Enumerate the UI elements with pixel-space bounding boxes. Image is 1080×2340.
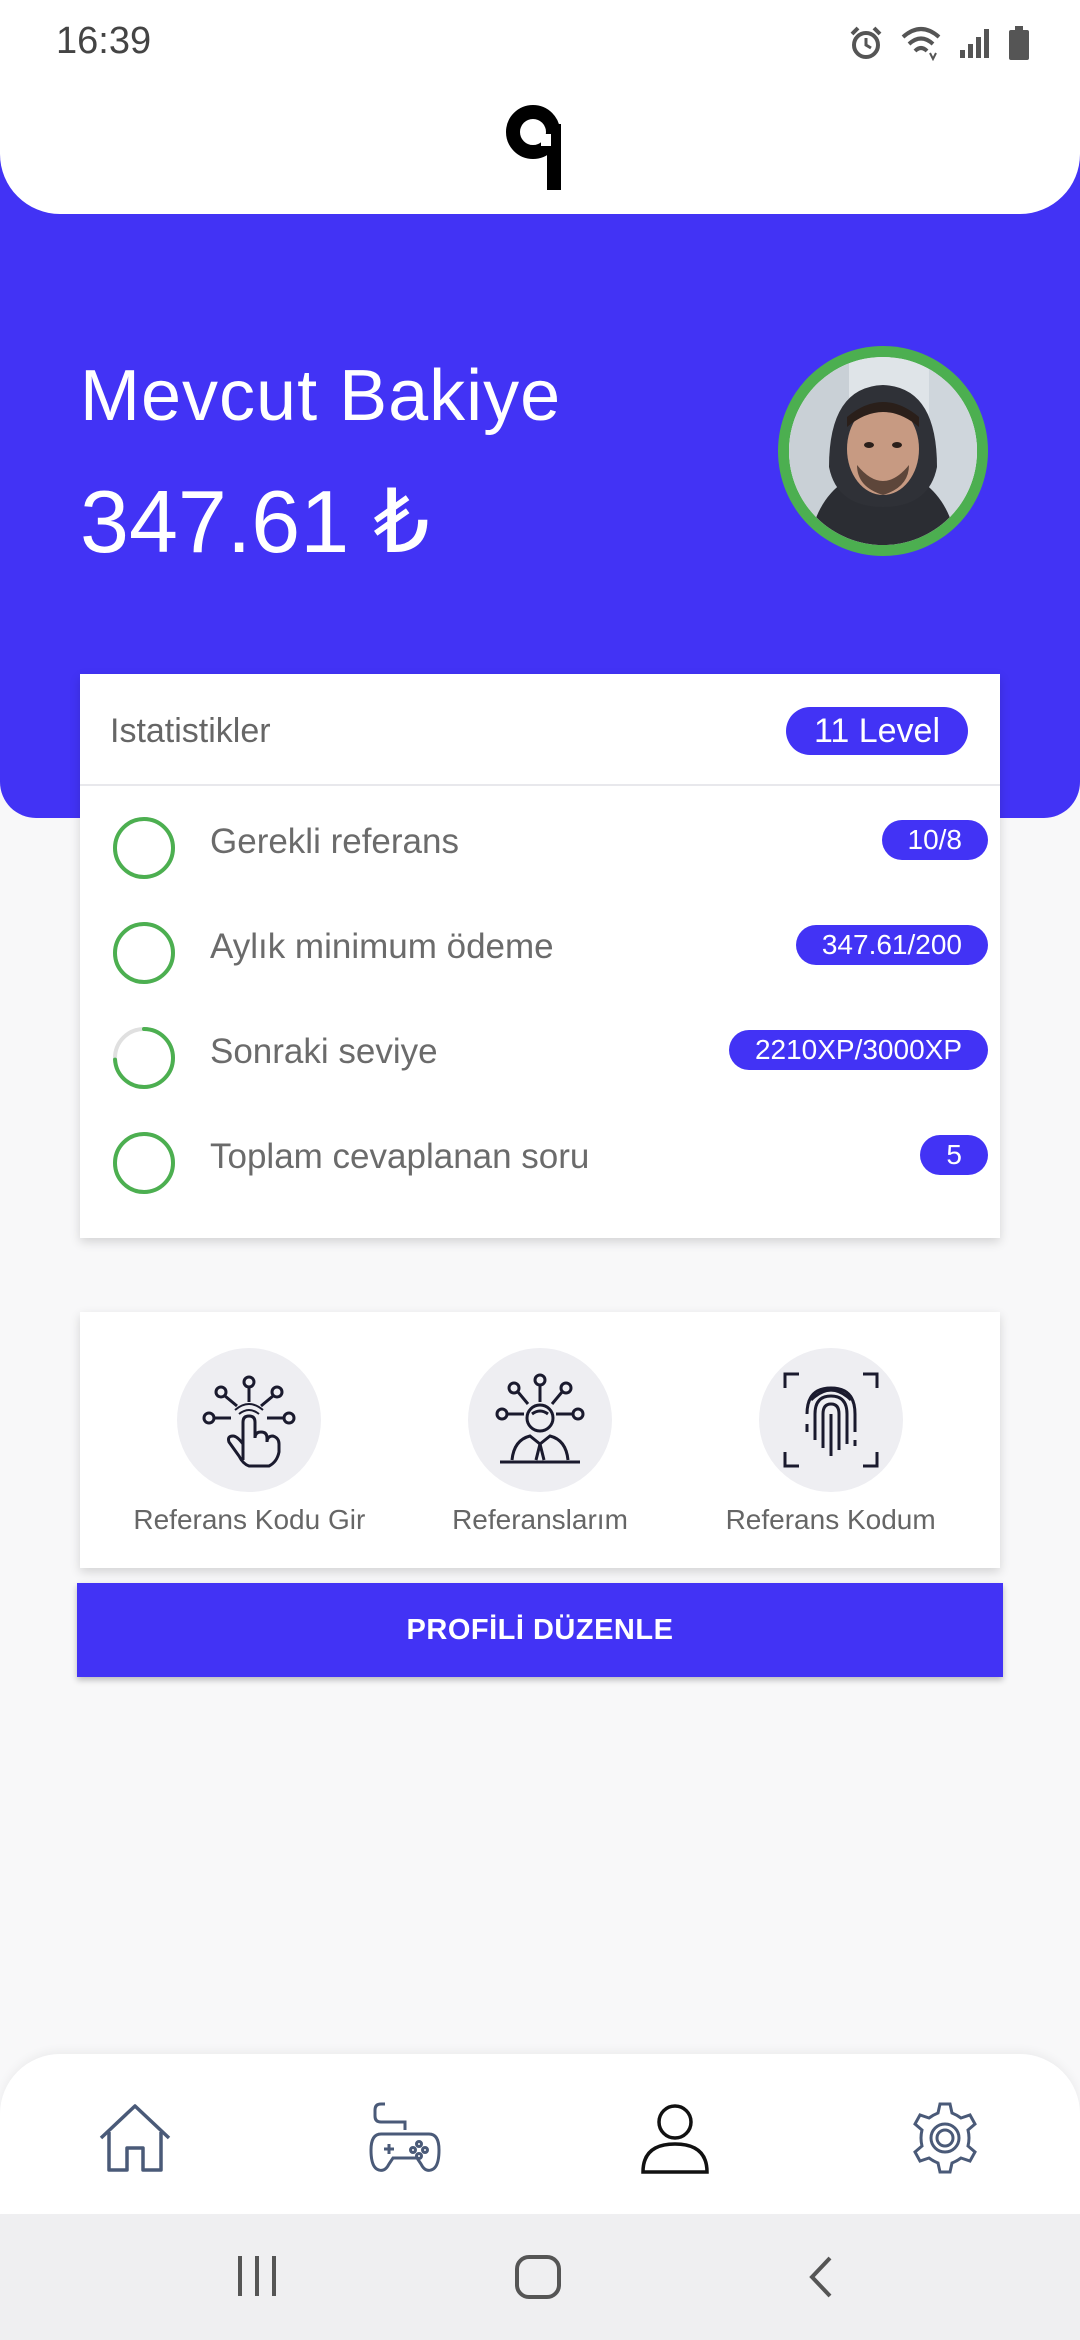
touch-network-icon [177, 1348, 322, 1492]
alarm-icon [850, 26, 882, 59]
fingerprint-icon [758, 1348, 903, 1492]
recent-apps-icon[interactable] [236, 2254, 278, 2298]
status-bar: 16:39 [0, 0, 1080, 84]
progress-ring-icon [113, 817, 175, 879]
ref-item-label: Referans Kodu Gir [133, 1504, 366, 1535]
stat-row: Gerekli referans 10/8 [80, 786, 1000, 891]
ref-item-label: Referans Kodum [725, 1504, 936, 1535]
profile-icon [641, 2104, 709, 2174]
gamepad-icon [369, 2102, 441, 2172]
stats-list: Gerekli referans 10/8 Aylık minimum ödem… [80, 786, 1000, 1206]
nav-settings[interactable] [905, 2098, 985, 2178]
stat-value-badge: 5 [920, 1135, 988, 1175]
progress-ring-icon [113, 1132, 175, 1194]
my-referral-code-button[interactable]: Referans Kodum [701, 1312, 961, 1568]
stat-label: Aylık minimum ödeme [210, 927, 554, 966]
stat-value-badge: 10/8 [881, 820, 988, 860]
stats-title: Istatistikler [110, 712, 271, 750]
stat-value-badge: 347.61/200 [795, 925, 988, 965]
edit-profile-button[interactable]: PROFİLİ DÜZENLE [77, 1583, 1003, 1677]
bottom-nav [0, 2054, 1080, 2214]
enter-referral-code-button[interactable]: Referans Kodu Gir [119, 1312, 379, 1568]
stat-label: Gerekli referans [210, 822, 459, 861]
status-time: 16:39 [56, 20, 152, 62]
settings-icon [913, 2102, 977, 2174]
avatar[interactable] [778, 346, 988, 556]
my-referrals-button[interactable]: Referanslarım [410, 1312, 670, 1568]
home-icon [99, 2104, 171, 2172]
home-button-icon[interactable] [514, 2254, 562, 2300]
stat-value-badge: 2210XP/3000XP [728, 1030, 988, 1070]
referral-card: Referans Kodu Gir Referanslarım Referans… [80, 1312, 1000, 1568]
stat-row: Toplam cevaplanan soru 5 [80, 1101, 1000, 1206]
nav-home[interactable] [95, 2098, 175, 2178]
ref-item-label: Referanslarım [452, 1504, 628, 1535]
battery-icon [1009, 26, 1029, 60]
android-nav-bar [0, 2214, 1080, 2340]
progress-ring-icon [113, 1027, 175, 1089]
nav-games[interactable] [365, 2098, 445, 2178]
stat-label: Toplam cevaplanan soru [210, 1137, 590, 1176]
app-logo-icon [506, 105, 561, 190]
progress-ring-icon [113, 922, 175, 984]
stat-label: Sonraki seviye [210, 1032, 438, 1071]
level-badge: 11 Level [785, 707, 968, 755]
wifi-icon [901, 27, 941, 61]
avatar-photo [789, 357, 977, 545]
balance-label: Mevcut Bakiye [80, 356, 562, 436]
stat-row: Sonraki seviye 2210XP/3000XP [80, 996, 1000, 1101]
balance-value: 347.61 ₺ [80, 472, 430, 571]
stat-row: Aylık minimum ödeme 347.61/200 [80, 891, 1000, 996]
signal-icon [960, 29, 989, 58]
person-network-icon [467, 1348, 612, 1492]
stats-header: Istatistikler 11 Level [80, 674, 1000, 786]
stats-card: Istatistikler 11 Level Gerekli referans … [80, 674, 1000, 1238]
back-icon[interactable] [804, 2254, 836, 2300]
nav-profile[interactable] [635, 2098, 715, 2178]
